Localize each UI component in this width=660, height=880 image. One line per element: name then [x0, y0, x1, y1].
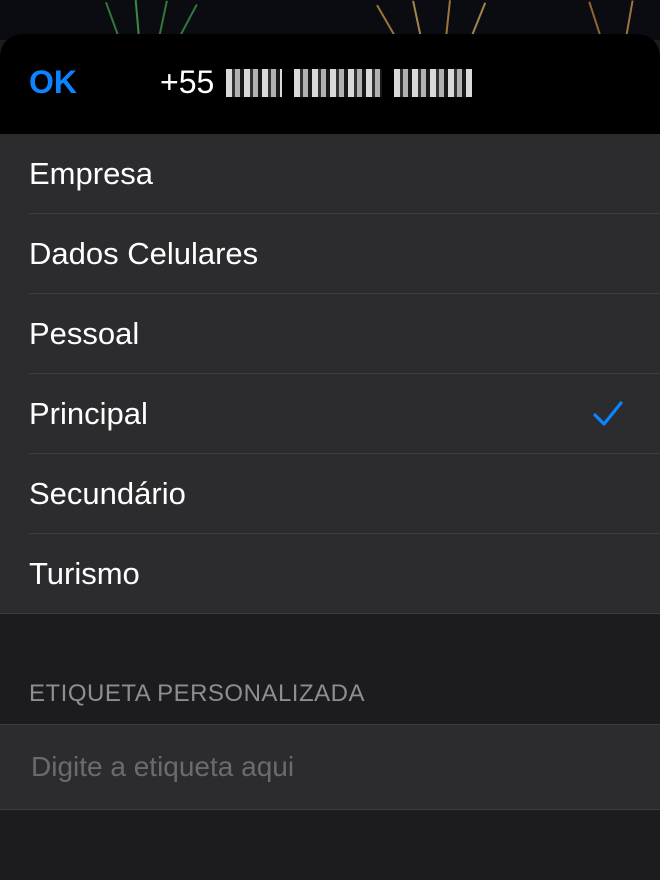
- custom-label-section-title: ETIQUETA PERSONALIZADA: [29, 680, 365, 707]
- redacted-digits: [294, 68, 383, 97]
- option-label: Turismo: [29, 556, 140, 591]
- option-label: Dados Celulares: [29, 236, 259, 271]
- custom-label-input[interactable]: [29, 750, 613, 784]
- firework-decoration: [588, 1, 602, 39]
- sheet-header: OK +55: [0, 34, 660, 134]
- option-label: Secundário: [29, 476, 186, 511]
- checkmark-icon: [593, 401, 623, 426]
- label-options-list: Empresa Dados Celulares Pessoal Principa…: [0, 134, 660, 614]
- option-label: Empresa: [29, 156, 154, 191]
- firework-decoration: [134, 0, 140, 39]
- label-picker-sheet: OK +55 Empresa Dados Celulares Pessoal P…: [0, 34, 660, 880]
- option-dados-celulares[interactable]: Dados Celulares: [0, 214, 660, 294]
- ok-button[interactable]: OK: [29, 64, 77, 101]
- phone-prefix: +55: [160, 64, 215, 100]
- firework-decoration: [412, 0, 422, 39]
- option-principal[interactable]: Principal: [0, 374, 660, 454]
- option-secundario[interactable]: Secundário: [0, 454, 660, 534]
- row-separator: [0, 613, 660, 614]
- firework-decoration: [158, 0, 168, 39]
- firework-decoration: [625, 0, 634, 39]
- redacted-digits: [226, 68, 283, 97]
- option-empresa[interactable]: Empresa: [0, 134, 660, 214]
- firework-decoration: [105, 1, 120, 39]
- option-turismo[interactable]: Turismo: [0, 534, 660, 614]
- firework-decoration: [470, 2, 487, 39]
- option-label: Pessoal: [29, 316, 140, 351]
- firework-decoration: [445, 0, 451, 39]
- option-label: Principal: [29, 396, 148, 431]
- custom-label-row: [0, 724, 660, 810]
- redacted-digits: [394, 68, 473, 97]
- phone-number: +55: [160, 64, 473, 101]
- option-pessoal[interactable]: Pessoal: [0, 294, 660, 374]
- section-gap: [0, 614, 660, 678]
